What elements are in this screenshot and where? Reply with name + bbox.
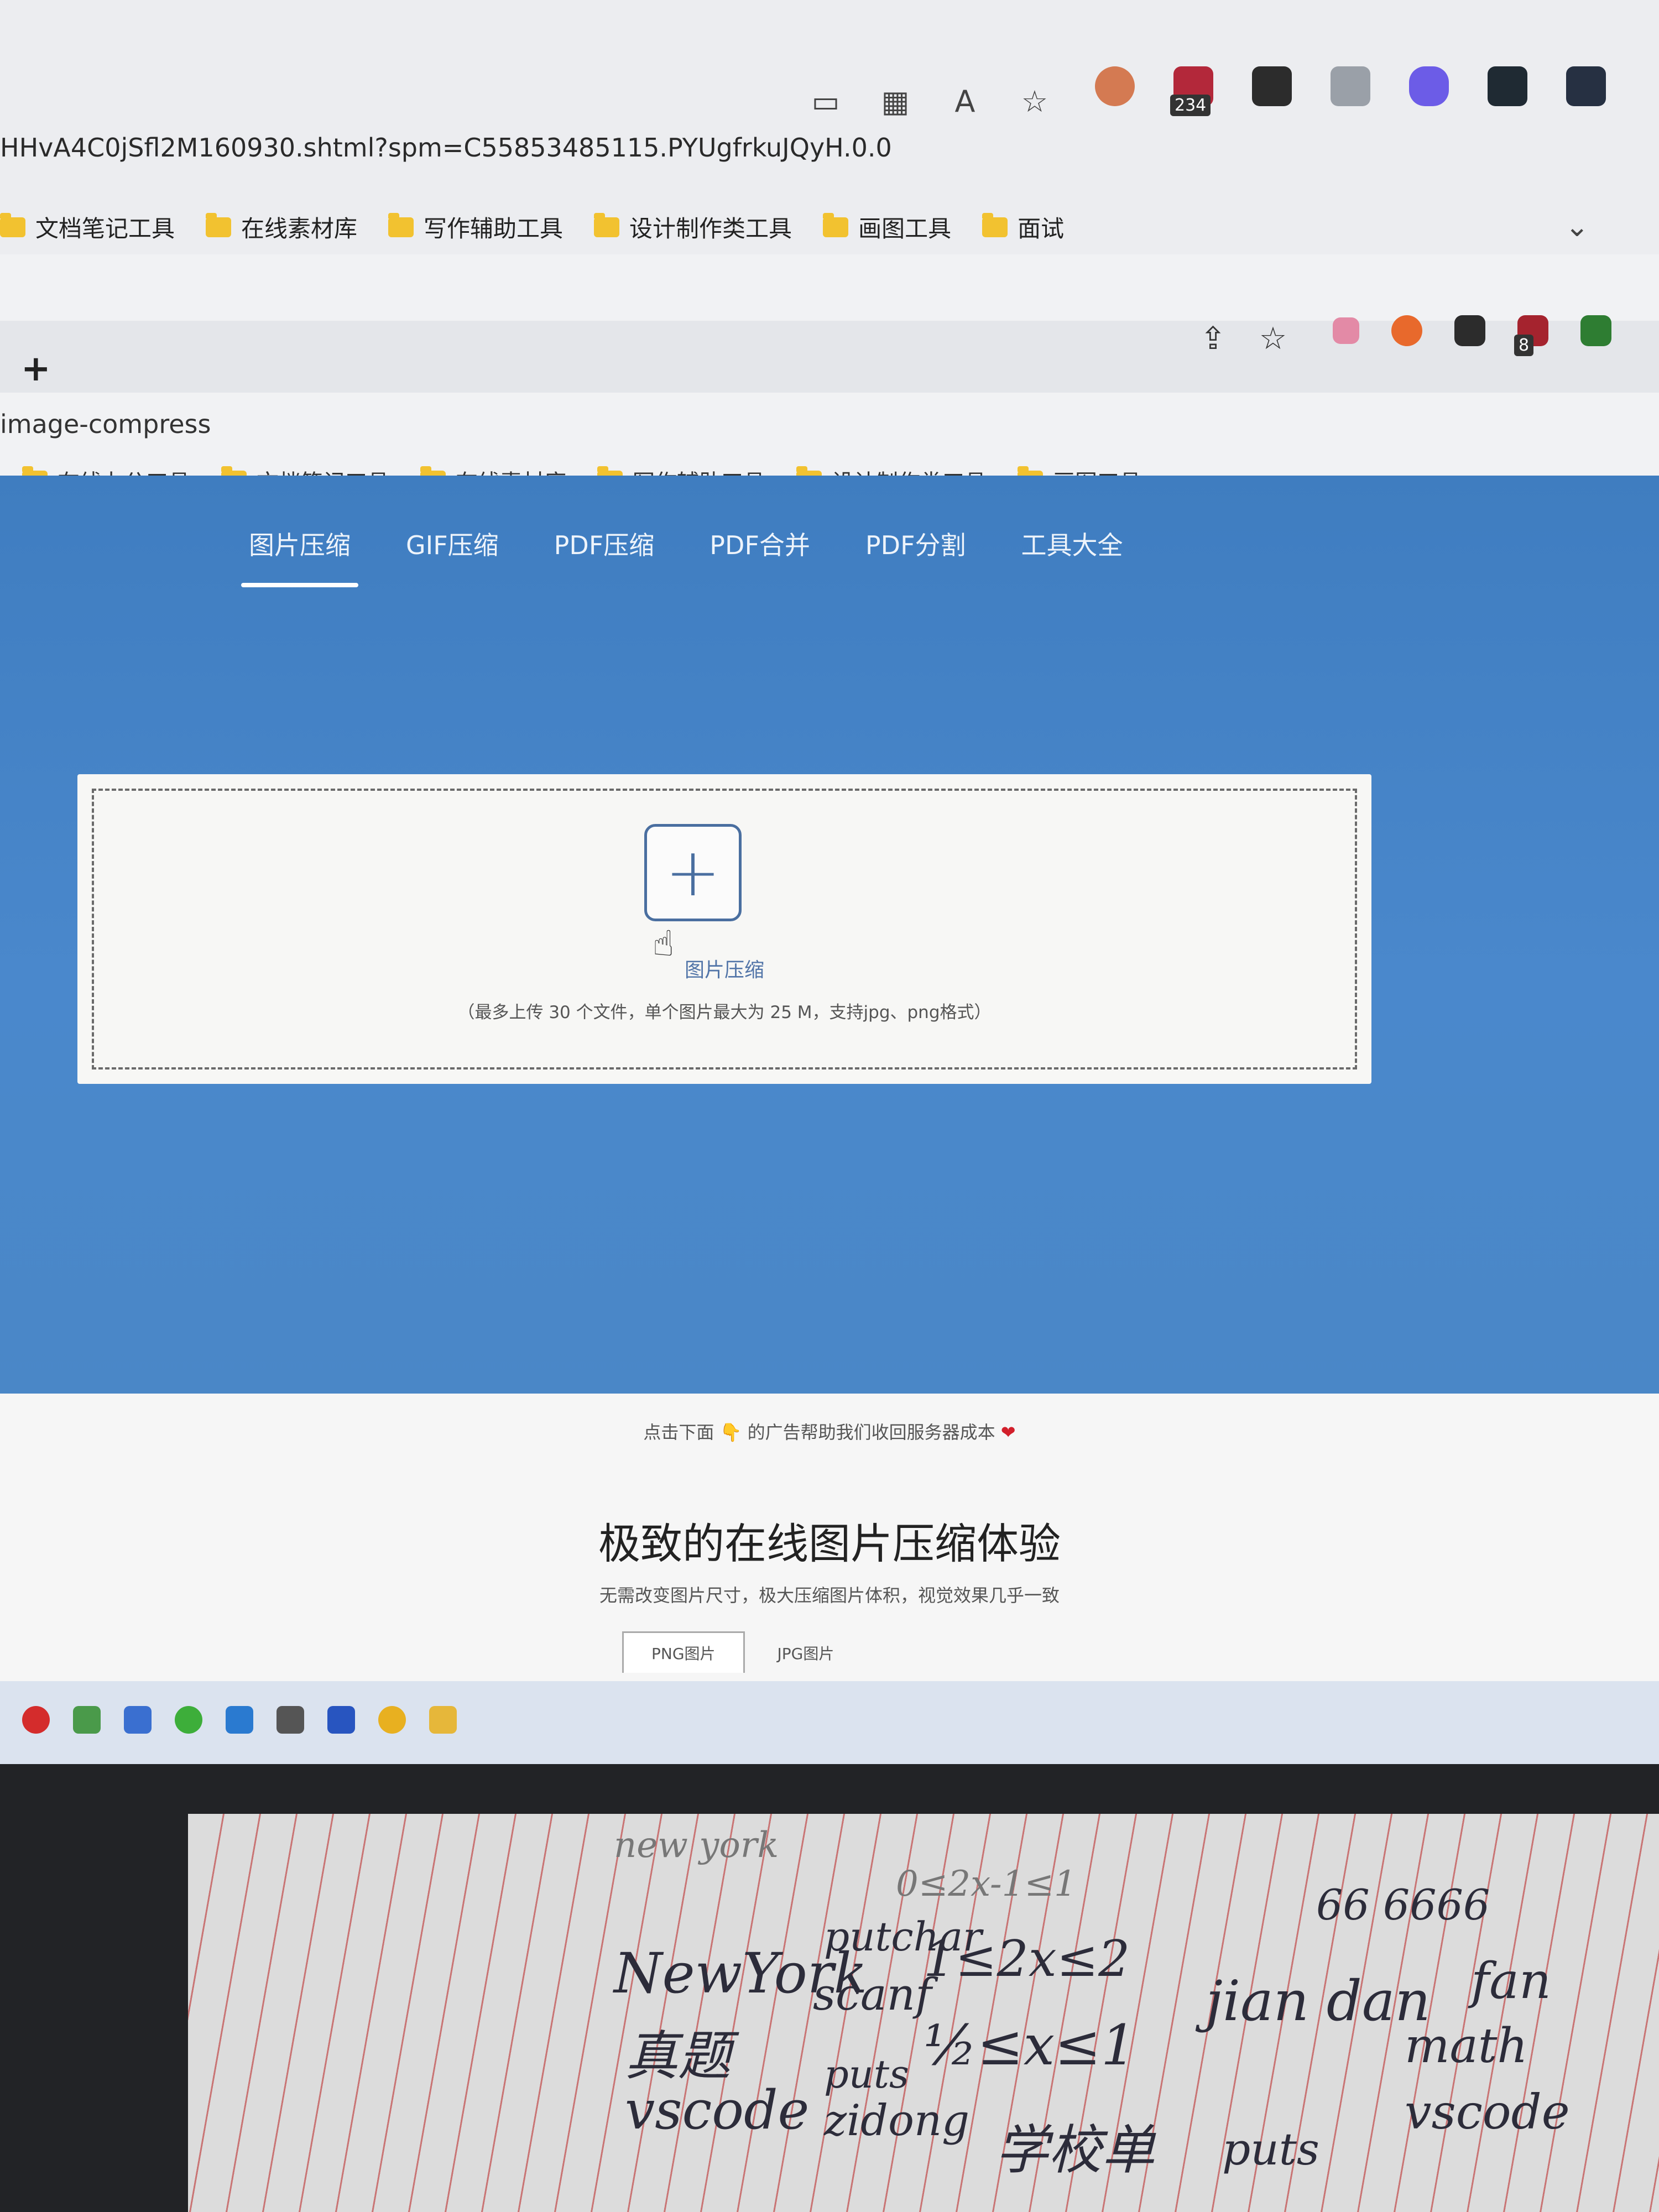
site-lower: 点击下面 👇 的广告帮助我们收回服务器成本 ❤ 极致的在线图片压缩体验 无需改变… — [0, 1394, 1659, 1681]
note-line: 66 6666 — [1316, 1880, 1490, 1929]
outer-bookmark[interactable]: 文档笔记工具 — [0, 210, 175, 244]
folder-icon — [0, 212, 25, 237]
extension-s-icon[interactable] — [1566, 66, 1606, 106]
nav-tab-gif-compress[interactable]: GIF压缩 — [406, 525, 499, 587]
apps-grid-icon[interactable]: ▦ — [877, 83, 914, 119]
note-line: new york — [614, 1825, 779, 1866]
wechat-icon[interactable] — [175, 1706, 202, 1734]
note-line: ½≤x≤1 — [924, 2013, 1136, 2078]
note-line: vscode — [625, 2079, 810, 2141]
extension-badge-count: 234 — [1170, 95, 1211, 116]
heart-icon: ❤ — [1000, 1422, 1016, 1443]
upload-dropzone[interactable]: + ☝ 图片压缩 （最多上传 30 个文件，单个图片最大为 25 M，支持jpg… — [77, 774, 1371, 1084]
note-line: math — [1405, 2018, 1528, 2074]
outer-browser-chrome: HHvA4C0jSfl2M160930.shtml?spm=C558534851… — [0, 0, 1659, 254]
file-explorer-icon[interactable] — [429, 1706, 457, 1734]
extension-badge-count: 8 — [1514, 335, 1534, 356]
plus-icon: + — [665, 834, 721, 911]
note-line: scanf — [813, 1969, 932, 2020]
site-nav: 图片压缩 GIF压缩 PDF压缩 PDF合并 PDF分割 工具大全 — [241, 525, 1123, 587]
taskbar-icons — [22, 1706, 457, 1734]
inner-toolbar: ⇪ ☆ — [1200, 321, 1287, 357]
read-aloud-icon[interactable]: A — [947, 83, 983, 119]
outer-bookmark[interactable]: 画图工具 — [823, 210, 951, 244]
folder-icon — [982, 212, 1008, 237]
extension-face-icon[interactable] — [1095, 66, 1135, 106]
nav-tab-pdf-split[interactable]: PDF分割 — [865, 525, 966, 587]
page-title: 极致的在线图片压缩体验 — [598, 1519, 1061, 1568]
outer-bookmark[interactable]: 在线素材库 — [206, 210, 357, 244]
outer-extensions: 234 — [1095, 66, 1606, 116]
outer-bookmark[interactable]: 面试 — [982, 210, 1064, 244]
typora-icon[interactable] — [276, 1706, 304, 1734]
note-line: 真题 — [625, 2025, 731, 2087]
taskbar — [0, 1681, 1659, 1764]
note-line: 1≤2x≤2 — [924, 1930, 1130, 1988]
app-blue-icon[interactable] — [327, 1706, 355, 1734]
app-green-icon[interactable] — [73, 1706, 101, 1734]
note-line: zidong — [824, 2096, 970, 2146]
folder-icon — [388, 212, 414, 237]
new-tab-button[interactable]: + — [21, 348, 51, 389]
outer-toolbar: ▭ ▦ A ☆ — [807, 83, 1053, 119]
outer-bookmark[interactable]: 设计制作类工具 — [594, 210, 792, 244]
upload-hint: （最多上传 30 个文件，单个图片最大为 25 M，支持jpg、png格式） — [457, 1003, 992, 1022]
outer-bookmarks-bar: 文档笔记工具 在线素材库 写作辅助工具 设计制作类工具 画图工具 面试 — [0, 210, 1064, 244]
folder-icon — [823, 212, 849, 237]
nav-tab-pdf-compress[interactable]: PDF压缩 — [554, 525, 655, 587]
inner-address-bar[interactable]: image-compress — [0, 409, 211, 439]
chrome-icon[interactable] — [378, 1706, 406, 1734]
ad-note: 点击下面 👇 的广告帮助我们收回服务器成本 ❤ — [643, 1422, 1016, 1443]
extension-glasses-icon[interactable] — [1252, 66, 1292, 106]
note-line: puts — [1222, 2124, 1319, 2175]
extension-glasses-icon[interactable] — [1454, 315, 1485, 346]
note-line: fan — [1471, 1952, 1551, 2010]
add-favorite-icon[interactable]: ☆ — [1016, 83, 1053, 119]
tab-jpg[interactable]: JPG图片 — [748, 1631, 864, 1673]
site-hero: 图片压缩 GIF压缩 PDF压缩 PDF合并 PDF分割 工具大全 + ☝ 图片… — [0, 476, 1659, 1394]
upload-label[interactable]: 图片压缩 — [77, 954, 1371, 983]
folder-icon — [594, 212, 620, 237]
folder-icon — [206, 212, 232, 237]
extension-dark-icon[interactable] — [1488, 66, 1527, 106]
note-line: puts — [824, 2052, 909, 2097]
note-line: vscode — [1405, 2085, 1570, 2140]
inner-extensions: 8 — [1333, 315, 1611, 356]
device-icon[interactable]: ▭ — [807, 83, 844, 119]
extension-document-icon[interactable] — [1331, 66, 1370, 106]
vscode-icon[interactable] — [226, 1706, 253, 1734]
note-line: jian dan — [1206, 1969, 1431, 2033]
app-star-icon[interactable] — [124, 1706, 152, 1734]
extension-pink-icon[interactable] — [1333, 317, 1359, 344]
note-line: 0≤2x-1≤1 — [896, 1864, 1077, 1905]
page-subtitle: 无需改变图片尺寸，极大压缩图片体积，视觉效果几乎一致 — [599, 1585, 1060, 1606]
pointing-down-icon: 👇 — [719, 1422, 742, 1443]
outer-address-bar[interactable]: HHvA4C0jSfl2M160930.shtml?spm=C558534851… — [0, 133, 892, 163]
share-icon[interactable]: ⇪ — [1200, 321, 1226, 357]
extension-link-icon[interactable] — [1409, 66, 1449, 106]
extension-shield-icon[interactable]: 8 — [1514, 315, 1548, 356]
format-tabs: PNG图片 JPG图片 — [622, 1631, 863, 1673]
extension-weibo-icon[interactable] — [1391, 315, 1422, 346]
outer-bookmark[interactable]: 写作辅助工具 — [388, 210, 563, 244]
add-file-button[interactable]: + — [644, 824, 742, 921]
nav-tab-all-tools[interactable]: 工具大全 — [1021, 525, 1123, 587]
chevron-down-icon[interactable]: ⌄ — [1565, 210, 1589, 243]
extension-badge-icon[interactable]: 234 — [1170, 66, 1213, 116]
star-icon[interactable]: ☆ — [1259, 321, 1287, 357]
tab-png[interactable]: PNG图片 — [622, 1631, 745, 1673]
nav-tab-image-compress[interactable]: 图片压缩 — [241, 525, 358, 587]
nav-tab-pdf-merge[interactable]: PDF合并 — [709, 525, 810, 587]
notebook-paper: new york NewYork putchar scanf 0≤2x-1≤1 … — [188, 1814, 1659, 2212]
netease-music-icon[interactable] — [22, 1706, 50, 1734]
extension-download-icon[interactable] — [1580, 315, 1611, 346]
note-line: 学校单 — [995, 2119, 1155, 2181]
